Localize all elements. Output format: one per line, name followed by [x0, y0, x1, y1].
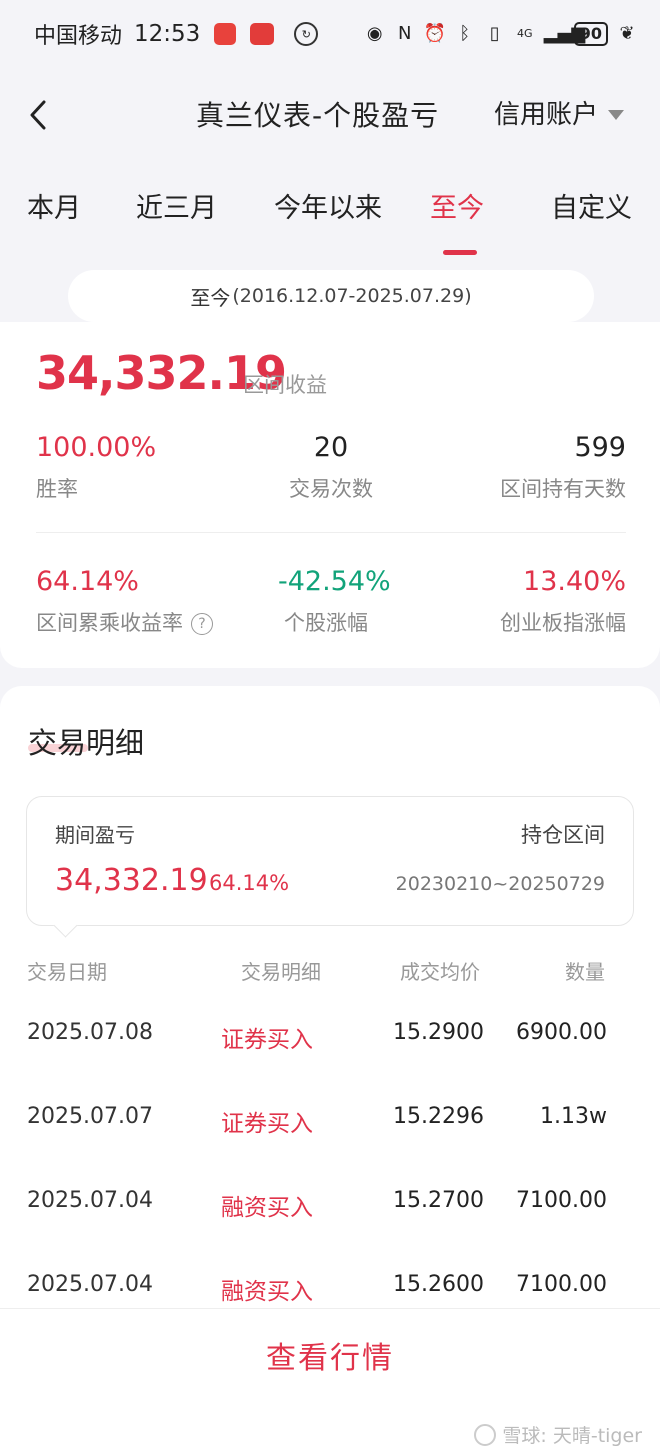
table-row[interactable]: 2025.07.04 融资买入 15.2600 7100.00 — [0, 1272, 660, 1312]
summary-divider — [36, 532, 626, 533]
index-change-value: 13.40% — [523, 566, 626, 597]
snowball-logo-icon — [474, 1423, 497, 1446]
hold-range-label: 持仓区间 — [521, 823, 605, 847]
trade-qty: 6900.00 — [516, 1020, 607, 1045]
trade-qty: 7100.00 — [516, 1188, 607, 1213]
range-dates: (2016.12.07-2025.07.29) — [232, 285, 472, 307]
vibrate-icon: ▯ — [489, 23, 500, 44]
period-pl-rate: 64.14% — [209, 871, 290, 895]
cum-return-label: 区间累乘收益率 — [36, 611, 183, 635]
alarm-icon: ⏰ — [423, 23, 447, 44]
trade-count-value: 20 — [313, 432, 349, 463]
tab-all-time[interactable]: 至今 — [430, 186, 484, 225]
nav-bar: 真兰仪表-个股盈亏 信用账户 — [0, 80, 660, 150]
summary-card: 34,332.19 区间收益 100.00% 胜率 20 交易次数 599 区间… — [0, 322, 660, 668]
trade-date: 2025.07.04 — [27, 1272, 153, 1297]
status-time: 12:53 — [134, 21, 201, 47]
trade-count-label: 交易次数 — [289, 477, 373, 501]
trade-qty: 7100.00 — [516, 1272, 607, 1297]
status-bar: 中国移动 12:53 ↻ ◉ N ⏰ ᛒ ▯ 4G ▂▄▆ 90 ❦ — [0, 0, 660, 68]
trade-price: 15.2296 — [393, 1104, 484, 1129]
period-pl-value: 34,332.19 — [55, 863, 208, 898]
app-notification-icon — [214, 23, 237, 45]
column-header-price: 成交均价 — [400, 960, 480, 984]
range-label: 至今 — [190, 285, 231, 310]
carrier-label: 中国移动 — [34, 24, 123, 49]
page-title: 真兰仪表-个股盈亏 — [196, 99, 440, 132]
tab-year-to-date[interactable]: 今年以来 — [274, 186, 382, 225]
hold-days-label: 区间持有天数 — [500, 477, 626, 501]
stock-change-stat: -42.54% 个股涨幅 — [278, 566, 391, 637]
table-row[interactable]: 2025.07.07 证券买入 15.2296 1.13w — [0, 1104, 660, 1144]
interval-profit-label: 区间收益 — [243, 373, 327, 397]
tab-custom[interactable]: 自定义 — [551, 186, 632, 225]
watermark: 雪球: 天晴-tiger — [474, 1421, 642, 1448]
trade-type: 证券买入 — [221, 1111, 313, 1137]
watermark-text: 雪球: 天晴-tiger — [502, 1425, 642, 1447]
view-market-button[interactable]: 查看行情 — [0, 1333, 660, 1377]
period-pl-box: 期间盈亏 34,332.19 64.14% 持仓区间 20230210~2025… — [26, 796, 634, 926]
trade-price: 15.2900 — [393, 1020, 484, 1045]
hold-range-value: 20230210~20250729 — [395, 873, 605, 895]
sync-icon: ↻ — [294, 22, 319, 46]
network-type-icon: 4G — [516, 27, 533, 40]
index-change-stat: 13.40% 创业板指涨幅 — [500, 566, 626, 637]
leaf-icon: ❦ — [619, 23, 635, 44]
back-button[interactable] — [18, 90, 58, 140]
trade-date: 2025.07.07 — [27, 1104, 153, 1129]
column-header-date: 交易日期 — [27, 960, 107, 984]
huawei-notification-icon — [250, 23, 275, 45]
bottom-bar: 查看行情 雪球: 天晴-tiger — [0, 1308, 660, 1456]
stock-change-label: 个股涨幅 — [284, 611, 368, 635]
cum-return-value: 64.14% — [36, 566, 139, 597]
trade-type: 融资买入 — [221, 1279, 313, 1305]
help-icon[interactable]: ? — [191, 613, 213, 635]
trade-details-title: 交易明细 — [28, 726, 145, 760]
table-row[interactable]: 2025.07.08 证券买入 15.2900 6900.00 — [0, 1020, 660, 1060]
win-rate-label: 胜率 — [36, 477, 78, 501]
nfc-icon: N — [398, 23, 412, 44]
eye-icon: ◉ — [366, 23, 383, 44]
signal-icon: ▂▄▆ — [543, 23, 586, 44]
index-change-label: 创业板指涨幅 — [500, 611, 626, 635]
hold-days-value: 599 — [574, 432, 626, 463]
trade-price: 15.2700 — [393, 1188, 484, 1213]
trade-price: 15.2600 — [393, 1272, 484, 1297]
trade-type: 融资买入 — [221, 1195, 313, 1221]
battery-icon: 90 — [573, 22, 608, 46]
trade-type: 证券买入 — [221, 1027, 313, 1053]
hold-days-stat: 599 区间持有天数 — [500, 432, 626, 503]
win-rate-stat: 100.00% 胜率 — [36, 432, 156, 503]
period-tabs: 本月 近三月 今年以来 至今 自定义 — [0, 186, 660, 256]
caret-down-icon — [608, 109, 625, 120]
cum-return-stat: 64.14% 区间累乘收益率? — [36, 566, 213, 637]
date-range-pill: 至今 (2016.12.07-2025.07.29) — [68, 270, 594, 322]
table-row[interactable]: 2025.07.04 融资买入 15.2700 7100.00 — [0, 1188, 660, 1228]
bluetooth-icon: ᛒ — [459, 23, 471, 44]
win-rate-value: 100.00% — [36, 432, 157, 463]
trade-date: 2025.07.08 — [27, 1020, 153, 1045]
period-pl-label: 期间盈亏 — [55, 823, 135, 847]
active-tab-indicator — [443, 250, 477, 255]
stock-change-value: -42.54% — [278, 566, 391, 597]
account-label: 信用账户 — [494, 100, 599, 130]
chevron-left-icon — [30, 100, 46, 130]
column-header-qty: 数量 — [565, 960, 605, 984]
column-header-detail: 交易明细 — [241, 960, 321, 984]
tab-this-month[interactable]: 本月 — [27, 186, 81, 225]
trade-date: 2025.07.04 — [27, 1188, 153, 1213]
account-selector[interactable]: 信用账户 — [494, 94, 625, 131]
trade-count-stat: 20 交易次数 — [286, 432, 376, 503]
tab-three-months[interactable]: 近三月 — [136, 186, 217, 225]
trade-qty: 1.13w — [540, 1104, 607, 1129]
table-header: 交易日期 交易明细 成交均价 数量 — [0, 956, 660, 986]
